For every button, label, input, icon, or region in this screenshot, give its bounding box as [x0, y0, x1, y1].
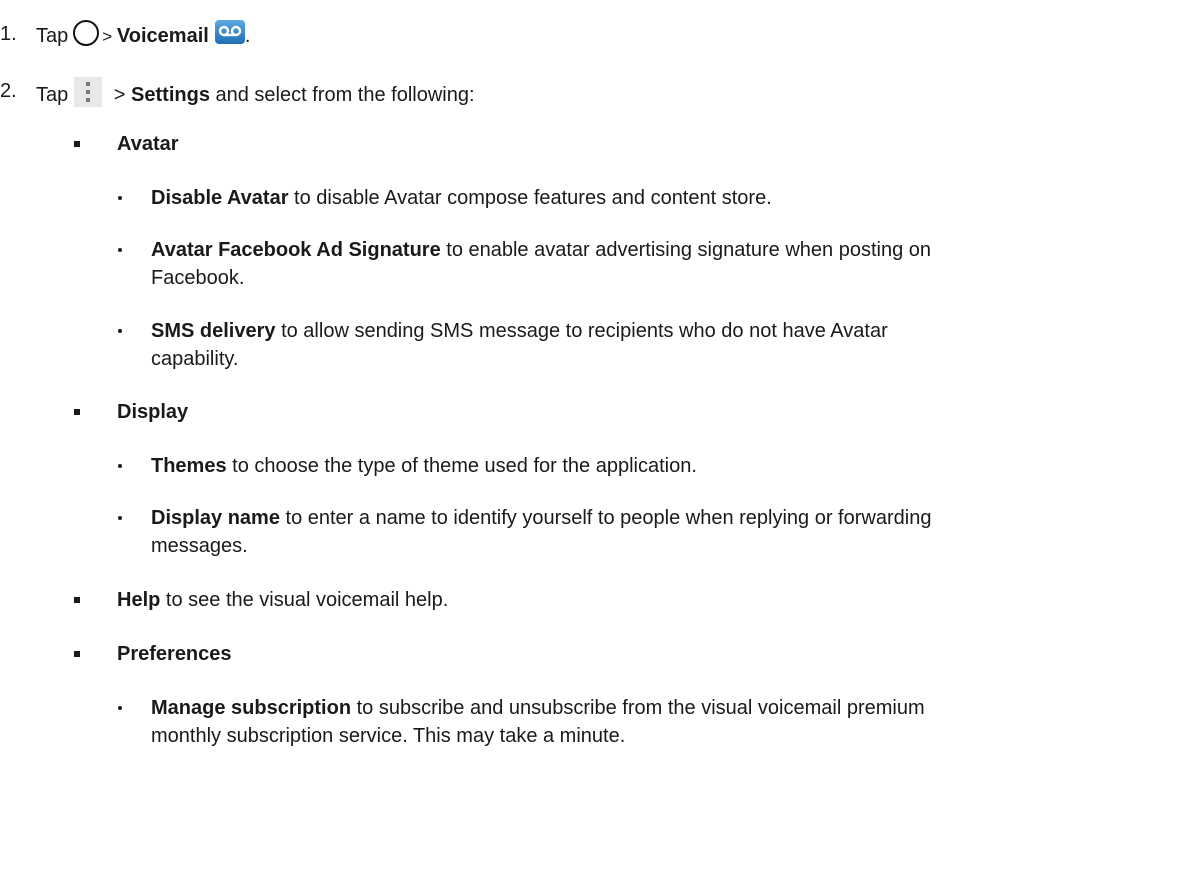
section-help: Help to see the visual voicemail help. — [117, 589, 449, 611]
list-item: Display name to enter a name to identify… — [151, 507, 932, 529]
square-bullet — [74, 409, 80, 415]
step-keyword: Settings — [131, 84, 210, 106]
step-text-end: . — [244, 25, 251, 47]
step-text-end: and select from the following: — [209, 84, 475, 106]
step-separator: > — [102, 27, 117, 46]
list-item: Manage subscription to subscribe and uns… — [151, 697, 925, 719]
section-heading-display: Display — [117, 401, 189, 423]
round-bullet — [118, 196, 122, 200]
round-bullet — [118, 248, 122, 252]
list-item: Avatar Facebook Ad Signature to enable a… — [151, 239, 932, 261]
list-item-continued: monthly subscription service. This may t… — [151, 725, 626, 747]
list-item-continued: capability. — [151, 348, 239, 370]
home-circle-icon — [73, 20, 100, 46]
square-bullet — [74, 597, 80, 603]
list-item-continued: Facebook. — [151, 267, 245, 289]
round-bullet — [118, 464, 122, 468]
round-bullet — [118, 329, 122, 333]
round-bullet — [118, 516, 122, 520]
section-heading-avatar: Avatar — [117, 133, 179, 155]
section-heading-preferences: Preferences — [117, 643, 232, 665]
list-item: SMS delivery to allow sending SMS messag… — [151, 320, 888, 342]
step-text: Tap — [36, 84, 69, 106]
step-separator: > — [108, 84, 132, 106]
step-keyword: Voicemail — [116, 25, 209, 47]
overflow-menu-icon — [74, 77, 103, 107]
voicemail-icon — [214, 20, 245, 44]
step-number: 2. — [0, 80, 17, 102]
step-number: 1. — [0, 23, 17, 45]
list-item: Themes to choose the type of theme used … — [151, 455, 697, 477]
list-item-continued: messages. — [151, 535, 248, 557]
square-bullet — [74, 651, 80, 657]
step-text: Tap — [36, 25, 69, 47]
round-bullet — [118, 706, 122, 710]
list-item: Disable Avatar to disable Avatar compose… — [151, 187, 772, 209]
square-bullet — [74, 141, 80, 147]
